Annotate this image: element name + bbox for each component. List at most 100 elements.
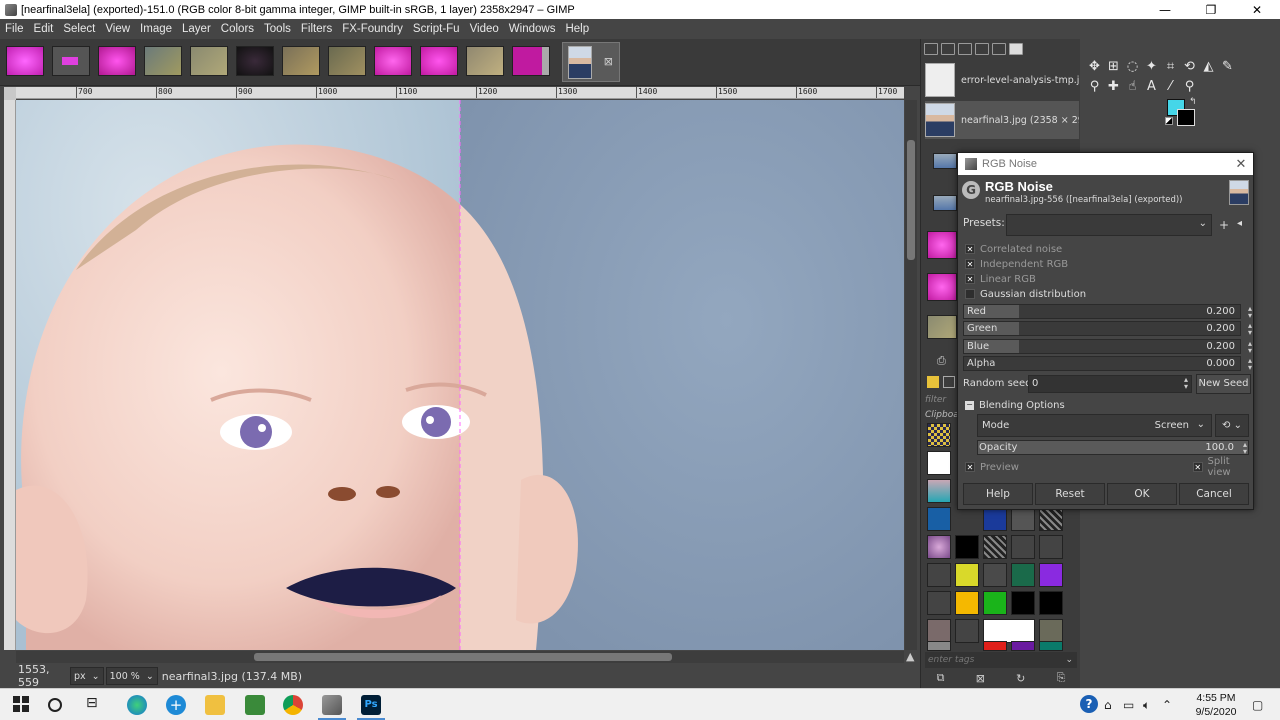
volume-icon[interactable]: 🔈︎ xyxy=(1143,698,1150,713)
brush-tile[interactable] xyxy=(1039,507,1063,531)
tags-input[interactable]: enter tags ⌄ xyxy=(925,652,1077,668)
image-tab[interactable] xyxy=(144,46,182,76)
zoom-tool-icon[interactable]: ⚲ xyxy=(1180,77,1199,97)
brush-tile[interactable] xyxy=(1039,619,1063,643)
horizontal-scrollbar[interactable] xyxy=(16,651,904,663)
tray-overflow-icon[interactable]: ⌃ xyxy=(1162,698,1172,712)
notifications-icon[interactable]: ▢ xyxy=(1252,698,1263,712)
dock-tab-icon[interactable] xyxy=(1009,43,1023,55)
brush-tile[interactable] xyxy=(983,641,1007,651)
menu-windows[interactable]: Windows xyxy=(504,23,561,35)
duplicate-icon[interactable]: ⧉ xyxy=(937,671,945,685)
document-item[interactable] xyxy=(927,315,957,339)
align-tool-icon[interactable]: ⊞ xyxy=(1104,57,1123,77)
brush-tile[interactable] xyxy=(927,641,951,651)
blending-options-toggle[interactable]: − Blending Options xyxy=(965,400,1065,411)
image-tab[interactable] xyxy=(374,46,412,76)
reset-colors-icon[interactable] xyxy=(1165,117,1173,125)
smudge-tool-icon[interactable]: ☝ xyxy=(1123,77,1142,97)
spin-icon[interactable]: ▴ ▾ xyxy=(1248,357,1252,372)
brush-tile[interactable] xyxy=(983,563,1007,587)
vertical-scrollbar[interactable] xyxy=(905,100,917,650)
brush-tile[interactable] xyxy=(927,451,951,475)
checkbox-checked-icon[interactable]: ✕ xyxy=(965,259,975,269)
presets-combo[interactable]: ⌄ xyxy=(1006,214,1212,236)
brush-tile[interactable] xyxy=(955,563,979,587)
green-slider[interactable]: Green 0.200 ▴ ▾ xyxy=(963,321,1252,337)
close-tab-icon[interactable]: ⊠ xyxy=(604,55,613,68)
brush-tile[interactable] xyxy=(927,619,951,643)
pattern-icon[interactable] xyxy=(943,376,955,388)
image-canvas[interactable] xyxy=(16,100,904,650)
delete-icon[interactable]: ⊠ xyxy=(976,672,985,685)
image-tab[interactable] xyxy=(282,46,320,76)
alpha-slider[interactable]: Alpha 0.000 ▴ ▾ xyxy=(963,356,1252,372)
brush-tile[interactable] xyxy=(1039,535,1063,559)
brush-tile[interactable] xyxy=(927,591,951,615)
check-linear-rgb[interactable]: ✕ Linear RGB xyxy=(965,272,1036,286)
menu-video[interactable]: Video xyxy=(465,23,504,35)
random-seed-input[interactable]: 0 ▴ ▾ xyxy=(1028,375,1192,393)
chevron-down-icon[interactable]: ⌄ xyxy=(1065,655,1073,665)
clone-tool-icon[interactable]: ⚲ xyxy=(1085,77,1104,97)
search-icon[interactable] xyxy=(48,698,62,712)
brush-tile[interactable] xyxy=(983,591,1007,615)
brush-tile[interactable] xyxy=(955,619,979,643)
spin-icon[interactable]: ▴ ▾ xyxy=(1184,376,1188,391)
security-app-icon[interactable] xyxy=(245,695,265,715)
brush-tile[interactable] xyxy=(1039,563,1063,587)
opacity-slider[interactable]: Opacity 100.0 ▴ ▾ xyxy=(977,440,1249,456)
brush-tile[interactable] xyxy=(955,591,979,615)
menu-script-fu[interactable]: Script-Fu xyxy=(408,23,465,35)
raise-icon[interactable]: ⎙ xyxy=(937,354,946,368)
brush-tile[interactable] xyxy=(927,535,951,559)
menu-edit[interactable]: Edit xyxy=(29,23,59,35)
dock-tab-icon[interactable] xyxy=(992,43,1006,55)
menu-image[interactable]: Image xyxy=(135,23,177,35)
plus-app-icon[interactable]: + xyxy=(166,695,186,715)
spin-icon[interactable]: ▴ ▾ xyxy=(1248,305,1252,320)
taskbar-clock[interactable]: 4:55 PM 9/5/2020 xyxy=(1188,691,1244,719)
brush-tile[interactable] xyxy=(927,563,951,587)
menu-filters[interactable]: Filters xyxy=(296,23,337,35)
brush-tile[interactable] xyxy=(1011,563,1035,587)
menu-layer[interactable]: Layer xyxy=(177,23,216,35)
menu-colors[interactable]: Colors xyxy=(216,23,259,35)
reset-button[interactable]: Reset xyxy=(1035,483,1105,505)
edge-icon[interactable] xyxy=(127,695,147,715)
maximize-button[interactable]: ❐ xyxy=(1188,0,1234,19)
heal-tool-icon[interactable]: ✚ xyxy=(1104,77,1123,97)
check-correlated-noise[interactable]: ✕ Correlated noise xyxy=(965,242,1062,256)
menu-file[interactable]: File xyxy=(0,23,29,35)
spin-icon[interactable]: ▴ ▾ xyxy=(1248,340,1252,355)
brush-icon[interactable] xyxy=(927,376,939,388)
swap-colors-icon[interactable]: ↰ xyxy=(1189,97,1197,107)
brush-tile[interactable] xyxy=(955,535,979,559)
help-tray-icon[interactable]: ? xyxy=(1080,695,1098,713)
dock-tab-icon[interactable] xyxy=(924,43,938,55)
brush-tile[interactable] xyxy=(1039,591,1063,615)
network-icon[interactable]: ⌂ xyxy=(1104,698,1112,712)
document-item[interactable] xyxy=(927,273,957,301)
fuzzy-select-icon[interactable]: ✦ xyxy=(1142,57,1161,77)
tray-app-icon[interactable]: ▭ xyxy=(1123,698,1134,712)
dock-tab-icon[interactable] xyxy=(941,43,955,55)
pencil-tool-icon[interactable]: ✎ xyxy=(1218,57,1237,77)
ok-button[interactable]: OK xyxy=(1107,483,1177,505)
image-tab[interactable] xyxy=(420,46,458,76)
photoshop-icon[interactable]: Ps xyxy=(361,695,381,715)
document-item[interactable]: nearfinal3.jpg (2358 × 29 xyxy=(925,101,1079,139)
text-tool-icon[interactable]: A xyxy=(1142,77,1161,97)
menu-fx-foundry[interactable]: FX-Foundry xyxy=(337,23,408,35)
menu-help[interactable]: Help xyxy=(560,23,594,35)
color-picker-icon[interactable]: ⁄ xyxy=(1161,77,1180,97)
brush-tile[interactable] xyxy=(983,619,1035,643)
checkbox-checked-icon[interactable]: ✕ xyxy=(965,462,975,472)
preset-menu-icon[interactable]: ◂ xyxy=(1237,218,1242,229)
bucket-fill-icon[interactable]: ◭ xyxy=(1199,57,1218,77)
check-independent-rgb[interactable]: ✕ Independent RGB xyxy=(965,257,1068,271)
refresh-icon[interactable]: ↻ xyxy=(1016,672,1025,685)
lasso-tool-icon[interactable]: ◌ xyxy=(1123,57,1142,77)
menu-view[interactable]: View xyxy=(100,23,135,35)
check-split-view[interactable]: ✕ Split view xyxy=(1193,456,1253,478)
